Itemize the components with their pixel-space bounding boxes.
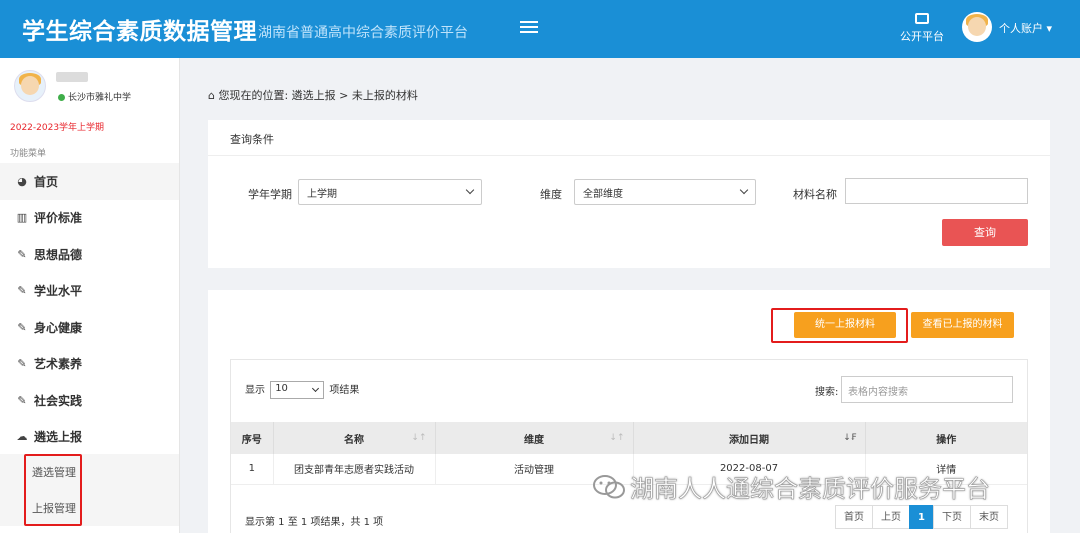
first-page-button[interactable]: 首页 xyxy=(835,505,873,529)
edit-icon: ✎ xyxy=(17,320,27,334)
data-table-container: 显示 10 项结果 搜索: 表格内容搜索 序号 名称 ↓↑ 维度 ↓↑ 添加日期 ↓₣… xyxy=(230,359,1028,533)
school-name: 长沙市雅礼中学 xyxy=(58,90,131,103)
sidebar-item-standards[interactable]: ▥ 评价标准 xyxy=(0,200,179,237)
public-platform-button[interactable]: 公开平台 xyxy=(900,13,944,44)
prev-page-button[interactable]: 上页 xyxy=(872,505,910,529)
home-icon: ⌂ xyxy=(208,89,219,102)
term-select[interactable]: 上学期 xyxy=(298,179,482,205)
term-label: 学年学期 xyxy=(248,188,292,201)
chevron-down-icon xyxy=(312,384,320,393)
account-avatar[interactable] xyxy=(962,12,992,42)
dimension-label: 维度 xyxy=(540,188,562,201)
column-header-dimension[interactable]: 维度 ↓↑ xyxy=(435,422,634,454)
cloud-upload-icon: ☁ xyxy=(16,430,28,444)
sidebar-item-selection[interactable]: ☁ 遴选上报 xyxy=(0,419,179,456)
watermark: 湖南人人通综合素质评价服务平台 xyxy=(592,469,990,504)
view-submitted-button[interactable]: 查看已上报的材料 xyxy=(911,312,1014,338)
sidebar-item-moral[interactable]: ✎ 思想品德 xyxy=(0,236,179,273)
online-status-icon xyxy=(58,94,65,101)
menu-toggle-icon[interactable] xyxy=(520,18,538,36)
user-name-blurred xyxy=(56,72,88,82)
last-page-button[interactable]: 末页 xyxy=(969,505,1008,529)
page-size-control: 显示 10 项结果 xyxy=(245,381,359,399)
material-name-label: 材料名称 xyxy=(793,188,837,201)
monitor-icon xyxy=(915,13,929,24)
dashboard-icon: ◕ xyxy=(17,174,27,188)
dimension-select[interactable]: 全部维度 xyxy=(574,179,756,205)
column-header-action: 操作 xyxy=(865,422,1027,454)
chevron-down-icon xyxy=(465,185,475,195)
sort-icon: ↓↑ xyxy=(609,433,625,443)
column-header-index: 序号 xyxy=(231,422,274,454)
account-menu-button[interactable]: 个人账户 ▾ xyxy=(999,20,1052,36)
sidebar-item-academic[interactable]: ✎ 学业水平 xyxy=(0,273,179,310)
chevron-down-icon xyxy=(739,185,749,195)
public-platform-label: 公开平台 xyxy=(900,30,944,43)
page-1-button[interactable]: 1 xyxy=(909,505,934,529)
highlight-box xyxy=(771,308,908,343)
current-semester: 2022-2023学年上学期 xyxy=(10,123,105,133)
breadcrumb: ⌂ 您现在的位置: 遴选上报 > 未上报的材料 xyxy=(208,89,418,102)
sidebar-item-home[interactable]: ◕ 首页 xyxy=(0,163,179,200)
user-avatar xyxy=(14,70,46,102)
edit-icon: ✎ xyxy=(17,357,27,371)
pagination: 首页 上页 1 下页 末页 xyxy=(835,505,1008,529)
sidebar: 长沙市雅礼中学 2022-2023学年上学期 功能菜单 ◕ 首页 ▥ 评价标准 ✎ 思… xyxy=(0,58,180,533)
sort-desc-icon: ↓₣ xyxy=(843,433,857,443)
next-page-button[interactable]: 下页 xyxy=(932,505,971,529)
query-button[interactable]: 查询 xyxy=(942,219,1028,246)
pagination-info: 显示第 1 至 1 项结果，共 1 项 xyxy=(245,517,384,528)
cell-name: 团支部青年志愿者实践活动 xyxy=(273,454,436,485)
app-title: 学生综合素质数据管理 xyxy=(22,19,257,45)
query-panel-title: 查询条件 xyxy=(230,133,274,146)
column-header-date[interactable]: 添加日期 ↓₣ xyxy=(633,422,866,454)
edit-icon: ✎ xyxy=(17,393,27,407)
cell-index: 1 xyxy=(231,454,274,485)
app-subtitle: 湖南省普通高中综合素质评价平台 xyxy=(258,25,468,41)
menu-title: 功能菜单 xyxy=(10,149,47,159)
sidebar-item-practice[interactable]: ✎ 社会实践 xyxy=(0,382,179,419)
edit-icon: ✎ xyxy=(17,247,27,261)
edit-icon: ✎ xyxy=(17,284,27,298)
top-header: 学生综合素质数据管理 湖南省普通高中综合素质评价平台 公开平台 个人账户 ▾ xyxy=(0,0,1080,58)
search-label: 搜索: xyxy=(815,387,839,398)
wechat-icon xyxy=(593,475,625,499)
sidebar-menu: ◕ 首页 ▥ 评价标准 ✎ 思想品德 ✎ 学业水平 ✎ 身心健康 ✎ 艺术素养 ✎ 社会实践 … xyxy=(0,163,179,455)
highlight-box xyxy=(24,454,82,526)
sidebar-item-arts[interactable]: ✎ 艺术素养 xyxy=(0,346,179,383)
map-icon: ▥ xyxy=(16,211,28,225)
column-header-name[interactable]: 名称 ↓↑ xyxy=(273,422,436,454)
table-search-input[interactable]: 表格内容搜索 xyxy=(841,376,1013,403)
page-size-select[interactable]: 10 xyxy=(270,381,325,399)
material-name-input[interactable] xyxy=(845,178,1028,204)
query-panel: 查询条件 学年学期 上学期 维度 全部维度 材料名称 查询 xyxy=(208,120,1050,268)
sidebar-item-health[interactable]: ✎ 身心健康 xyxy=(0,309,179,346)
sort-icon: ↓↑ xyxy=(411,433,427,443)
